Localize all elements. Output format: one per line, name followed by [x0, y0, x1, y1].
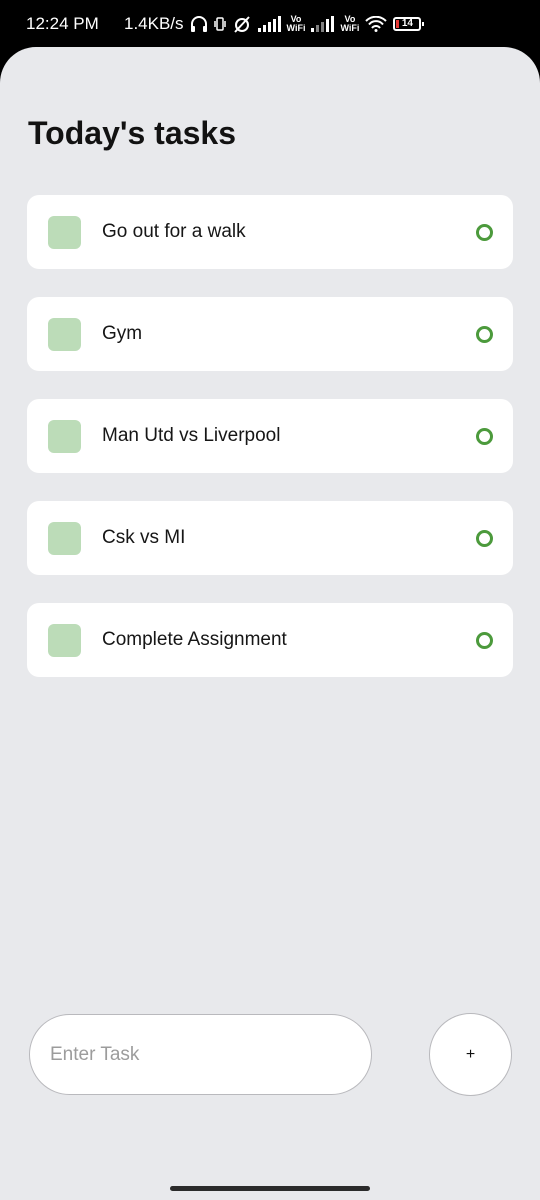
task-checkbox[interactable]: [48, 521, 81, 555]
task-item[interactable]: Complete Assignment: [27, 603, 513, 677]
headphones-icon: [190, 15, 208, 33]
task-circle-icon[interactable]: [476, 325, 493, 343]
task-label: Csk vs MI: [102, 527, 186, 548]
signal-1-icon: [257, 16, 281, 32]
task-checkbox[interactable]: [48, 215, 81, 249]
task-list: Go out for a walk Gym Man Utd vs Liverpo…: [27, 195, 513, 705]
home-indicator[interactable]: [170, 1186, 370, 1191]
task-item[interactable]: Man Utd vs Liverpool: [27, 399, 513, 473]
add-task-button[interactable]: +: [429, 1013, 512, 1096]
vowifi-1-icon: Vo WiFi: [287, 15, 306, 33]
alarm-off-icon: [232, 15, 252, 33]
task-checkbox[interactable]: [48, 623, 81, 657]
task-item[interactable]: Csk vs MI: [27, 501, 513, 575]
vibrate-icon: [213, 16, 226, 32]
task-label: Man Utd vs Liverpool: [102, 425, 281, 446]
signal-2-icon: [311, 16, 335, 32]
vowifi-1-bottom: WiFi: [286, 23, 306, 33]
battery-level: 14: [401, 18, 413, 29]
wifi-icon: [365, 16, 388, 32]
vowifi-2-icon: Vo WiFi: [340, 15, 359, 33]
task-item[interactable]: Gym: [27, 297, 513, 371]
page-title: Today's tasks: [28, 115, 236, 151]
network-speed: 1.4KB/s: [124, 14, 184, 33]
task-label: Complete Assignment: [102, 629, 287, 650]
vowifi-2-bottom: WiFi: [340, 23, 360, 33]
task-circle-icon[interactable]: [476, 223, 493, 241]
task-item[interactable]: Go out for a walk: [27, 195, 513, 269]
task-label: Gym: [102, 323, 143, 344]
task-checkbox[interactable]: [48, 317, 81, 351]
task-label: Go out for a walk: [102, 221, 246, 242]
task-circle-icon[interactable]: [476, 427, 493, 445]
status-time: 12:24 PM: [26, 14, 99, 33]
task-checkbox[interactable]: [48, 419, 81, 453]
app-screen: Today's tasks Go out for a walk Gym Man …: [0, 47, 540, 1200]
status-icons: Vo WiFi Vo WiFi 14: [190, 15, 425, 33]
task-circle-icon[interactable]: [476, 631, 493, 649]
battery-icon: 14: [393, 17, 425, 31]
task-circle-icon[interactable]: [476, 529, 493, 547]
status-bar: 12:24 PM 1.4KB/s Vo WiFi Vo WiFi 14: [0, 0, 540, 48]
task-input[interactable]: [29, 1014, 372, 1095]
